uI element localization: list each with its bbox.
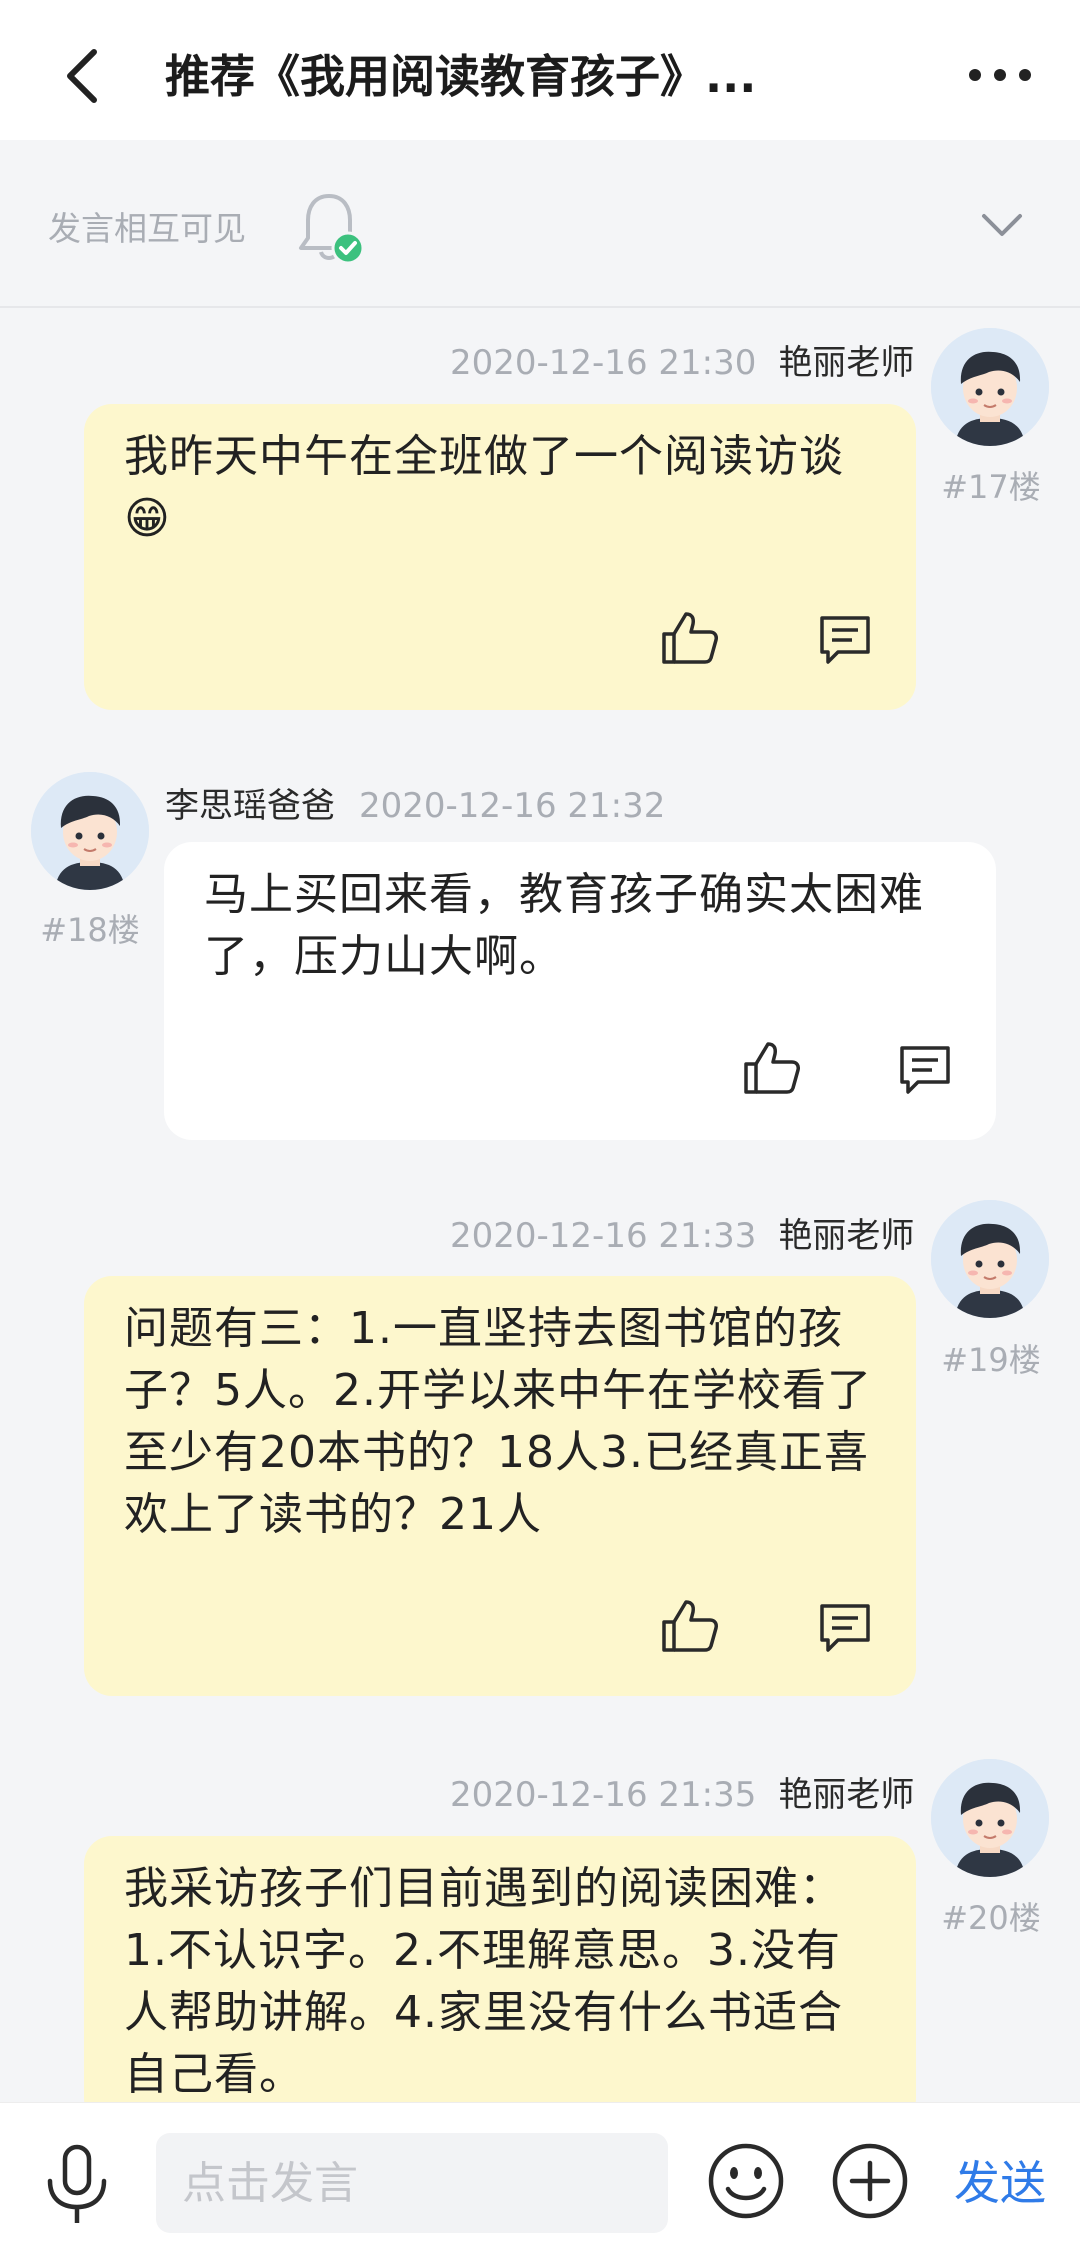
message-text: 我昨天中午在全班做了一个阅读访谈😁 [124,431,844,544]
post-meta: 2020-12-16 21:33 艳丽老师 [450,1208,914,1257]
post-time: 2020-12-16 21:33 [450,1216,757,1256]
bottom-input-bar: 发送 [0,2102,1080,2258]
plus-circle-icon [832,2143,908,2219]
comment-button[interactable] [816,612,876,668]
emoji-button[interactable] [706,2141,786,2221]
message-bubble: 我采访孩子们目前遇到的阅读困难：1.不认识字。2.不理解意思。3.没有人帮助讲解… [84,1836,916,2126]
avatar[interactable] [931,1200,1049,1318]
bell-check-icon [296,188,366,268]
floor-number: #17楼 [941,468,1041,506]
post-meta: 2020-12-16 21:30 艳丽老师 [450,335,914,384]
visibility-bar: 发言相互可见 [0,140,1080,308]
avatar-boy-icon [931,328,1049,446]
message-text: 问题有三：1.一直坚持去图书馆的孩子？5人。2.开学以来中午在学校看了至少有20… [124,1303,872,1540]
more-button[interactable] [965,55,1035,95]
like-button[interactable] [660,1598,720,1654]
like-button[interactable] [742,1040,802,1096]
floor-number: #20楼 [941,1899,1041,1937]
like-button[interactable] [660,610,720,666]
floor-number: #18楼 [40,911,140,949]
post-author: 李思瑶爸爸 [165,786,335,826]
page-title: 推荐《我用阅读教育孩子》... [165,50,757,103]
more-actions-button[interactable] [830,2141,910,2221]
chevron-down-icon [982,214,1022,236]
microphone-icon [47,2144,107,2223]
post-time: 2020-12-16 21:30 [450,343,757,383]
post-meta: 2020-12-16 21:35 艳丽老师 [450,1767,914,1816]
post-time: 2020-12-16 21:32 [359,786,666,826]
top-bar: 推荐《我用阅读教育孩子》... [0,0,1080,140]
thumbs-up-icon [662,1600,718,1652]
post-author: 艳丽老师 [778,343,915,383]
post-author: 艳丽老师 [778,1775,915,1815]
avatar[interactable] [931,1759,1049,1877]
post-author: 艳丽老师 [778,1216,915,1256]
avatar-boy-icon [31,772,149,890]
voice-button[interactable] [42,2143,112,2227]
visibility-text: 发言相互可见 [48,209,246,248]
send-button[interactable]: 发送 [954,2147,1046,2213]
message-text: 马上买回来看，教育孩子确实太困难了，压力山大啊。 [204,869,924,982]
avatar[interactable] [931,328,1049,446]
message-bubble: 我昨天中午在全班做了一个阅读访谈😁 [84,404,916,710]
message-text: 我采访孩子们目前遇到的阅读困难：1.不认识字。2.不理解意思。3.没有人帮助讲解… [124,1863,844,2100]
post-meta: 李思瑶爸爸 2020-12-16 21:32 [165,778,665,827]
comment-icon [900,1046,950,1094]
thumbs-up-icon [662,612,718,664]
message-bubble: 马上买回来看，教育孩子确实太困难了，压力山大啊。 [164,842,996,1140]
chevron-left-icon [67,49,97,103]
more-dots-icon [969,69,1031,81]
avatar-boy-icon [931,1200,1049,1318]
smiley-icon [708,2143,784,2219]
message-input[interactable] [156,2133,668,2233]
back-button[interactable] [52,40,112,110]
post-time: 2020-12-16 21:35 [450,1775,757,1815]
avatar-boy-icon [931,1759,1049,1877]
comment-button[interactable] [896,1042,956,1098]
comment-icon [820,616,870,664]
message-bubble: 问题有三：1.一直坚持去图书馆的孩子？5人。2.开学以来中午在学校看了至少有20… [84,1276,916,1696]
comment-icon [820,1604,870,1652]
floor-number: #19楼 [941,1341,1041,1379]
comment-button[interactable] [816,1600,876,1656]
collapse-button[interactable] [980,210,1024,240]
avatar[interactable] [31,772,149,890]
thumbs-up-icon [744,1042,800,1094]
